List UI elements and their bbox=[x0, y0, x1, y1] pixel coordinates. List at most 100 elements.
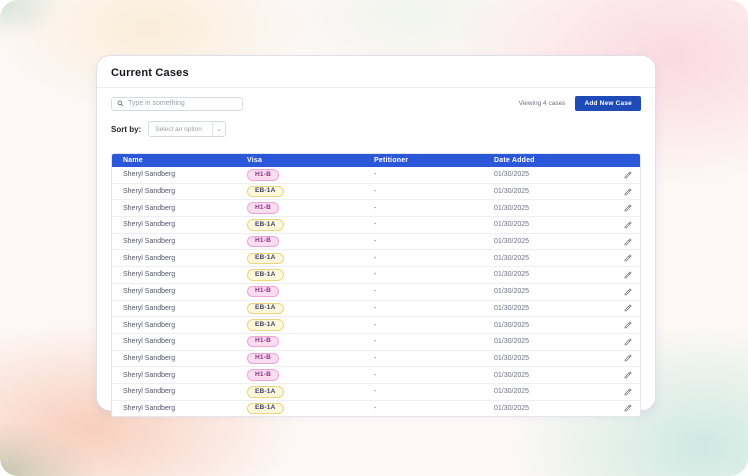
current-cases-card: Current Cases Type in something Viewing … bbox=[96, 55, 656, 418]
app-background: Current Cases Type in something Viewing … bbox=[0, 0, 748, 476]
table-row: Sheryl Sandberg H1-B - 01/30/2025 bbox=[112, 233, 640, 251]
case-name: Sheryl Sandberg bbox=[123, 304, 176, 312]
petitioner-value: - bbox=[374, 321, 377, 329]
petitioner-value: - bbox=[374, 371, 377, 379]
date-added-value: 01/30/2025 bbox=[494, 388, 530, 396]
date-added-value: 01/30/2025 bbox=[494, 271, 530, 279]
petitioner-value: - bbox=[374, 221, 377, 229]
case-name: Sheryl Sandberg bbox=[123, 188, 176, 196]
case-name: Sheryl Sandberg bbox=[123, 404, 176, 412]
table-row: Sheryl Sandberg H1-B - 01/30/2025 bbox=[112, 283, 640, 301]
petitioner-value: - bbox=[374, 204, 377, 212]
edit-pencil-icon[interactable] bbox=[624, 354, 632, 362]
controls-row: Type in something Viewing 4 cases Add Ne… bbox=[111, 96, 641, 111]
table-row: Sheryl Sandberg H1-B - 01/30/2025 bbox=[112, 333, 640, 351]
sort-by-label: Sort by: bbox=[111, 124, 142, 134]
case-name: Sheryl Sandberg bbox=[123, 204, 176, 212]
edit-pencil-icon[interactable] bbox=[624, 288, 632, 296]
table-row: Sheryl Sandberg H1-B - 01/30/2025 bbox=[112, 367, 640, 384]
date-added-value: 01/30/2025 bbox=[494, 404, 530, 412]
date-added-value: 01/30/2025 bbox=[494, 171, 530, 179]
visa-badge: EB-1A bbox=[247, 386, 284, 398]
case-name: Sheryl Sandberg bbox=[123, 338, 176, 346]
table-row: Sheryl Sandberg EB-1A - 01/30/2025 bbox=[112, 317, 640, 334]
date-added-value: 01/30/2025 bbox=[494, 304, 530, 312]
table-row: Sheryl Sandberg EB-1A - 01/30/2025 bbox=[112, 267, 640, 284]
table-header: Name Visa Petitioner Date Added bbox=[112, 154, 640, 167]
petitioner-value: - bbox=[374, 388, 377, 396]
visa-badge: EB-1A bbox=[247, 185, 284, 198]
table-row: Sheryl Sandberg EB-1A - 01/30/2025 bbox=[112, 300, 640, 318]
petitioner-value: - bbox=[374, 288, 377, 296]
sort-select-value: Select an option bbox=[155, 125, 202, 133]
date-added-value: 01/30/2025 bbox=[494, 188, 530, 196]
visa-badge: H1-B bbox=[247, 335, 279, 348]
edit-pencil-icon[interactable] bbox=[624, 371, 632, 379]
column-header-visa: Visa bbox=[247, 157, 263, 164]
table-row: Sheryl Sandberg EB-1A - 01/30/2025 bbox=[112, 217, 640, 234]
visa-badge: H1-B bbox=[247, 352, 279, 365]
date-added-value: 01/30/2025 bbox=[494, 321, 530, 329]
case-name: Sheryl Sandberg bbox=[123, 288, 176, 296]
petitioner-value: - bbox=[374, 254, 377, 262]
date-added-value: 01/30/2025 bbox=[494, 288, 530, 296]
date-added-value: 01/30/2025 bbox=[494, 254, 530, 262]
table-row: Sheryl Sandberg EB-1A - 01/30/2025 bbox=[112, 250, 640, 268]
date-added-value: 01/30/2025 bbox=[494, 338, 530, 346]
search-icon bbox=[117, 100, 124, 107]
column-header-petitioner: Petitioner bbox=[374, 157, 409, 164]
edit-pencil-icon[interactable] bbox=[624, 321, 632, 329]
table-body: Sheryl Sandberg H1-B - 01/30/2025 Sheryl… bbox=[112, 167, 640, 417]
date-added-value: 01/30/2025 bbox=[494, 221, 530, 229]
visa-badge: H1-B bbox=[247, 235, 279, 248]
visa-badge: EB-1A bbox=[247, 319, 284, 331]
column-header-name: Name bbox=[123, 157, 143, 164]
edit-pencil-icon[interactable] bbox=[624, 238, 632, 246]
edit-pencil-icon[interactable] bbox=[624, 338, 632, 346]
edit-pencil-icon[interactable] bbox=[624, 388, 632, 396]
case-name: Sheryl Sandberg bbox=[123, 354, 176, 362]
edit-pencil-icon[interactable] bbox=[624, 221, 632, 229]
table-row: Sheryl Sandberg EB-1A - 01/30/2025 bbox=[112, 400, 640, 417]
visa-badge: H1-B bbox=[247, 169, 279, 181]
edit-pencil-icon[interactable] bbox=[624, 304, 632, 312]
edit-pencil-icon[interactable] bbox=[624, 271, 632, 279]
petitioner-value: - bbox=[374, 238, 377, 246]
right-controls: Viewing 4 cases Add New Case bbox=[519, 96, 641, 111]
date-added-value: 01/30/2025 bbox=[494, 204, 530, 212]
case-name: Sheryl Sandberg bbox=[123, 271, 176, 279]
visa-badge: EB-1A bbox=[247, 219, 284, 231]
chevron-down-icon: ⌄ bbox=[212, 122, 225, 136]
visa-badge: H1-B bbox=[247, 369, 279, 381]
date-added-value: 01/30/2025 bbox=[494, 238, 530, 246]
petitioner-value: - bbox=[374, 271, 377, 279]
petitioner-value: - bbox=[374, 188, 377, 196]
search-input[interactable]: Type in something bbox=[111, 96, 243, 111]
sort-select[interactable]: Select an option ⌄ bbox=[148, 121, 227, 137]
column-header-date-added: Date Added bbox=[494, 157, 535, 164]
edit-pencil-icon[interactable] bbox=[624, 254, 632, 262]
search-placeholder: Type in something bbox=[128, 100, 185, 107]
table-row: Sheryl Sandberg EB-1A - 01/30/2025 bbox=[112, 383, 640, 401]
edit-pencil-icon[interactable] bbox=[624, 188, 632, 196]
edit-pencil-icon[interactable] bbox=[624, 204, 632, 212]
petitioner-value: - bbox=[374, 354, 377, 362]
add-new-case-button[interactable]: Add New Case bbox=[575, 96, 641, 111]
petitioner-value: - bbox=[374, 338, 377, 346]
petitioner-value: - bbox=[374, 404, 377, 412]
visa-badge: EB-1A bbox=[247, 402, 284, 415]
edit-pencil-icon[interactable] bbox=[624, 171, 632, 179]
date-added-value: 01/30/2025 bbox=[494, 354, 530, 362]
page-title: Current Cases bbox=[111, 67, 189, 79]
table-row: Sheryl Sandberg EB-1A - 01/30/2025 bbox=[112, 183, 640, 201]
viewing-cases-count: Viewing 4 cases bbox=[518, 100, 566, 107]
edit-pencil-icon[interactable] bbox=[624, 404, 632, 412]
table-row: Sheryl Sandberg H1-B - 01/30/2025 bbox=[112, 200, 640, 218]
case-name: Sheryl Sandberg bbox=[123, 371, 176, 379]
case-name: Sheryl Sandberg bbox=[123, 221, 176, 229]
sort-by-row: Sort by: Select an option ⌄ bbox=[111, 121, 641, 137]
case-name: Sheryl Sandberg bbox=[123, 388, 176, 396]
date-added-value: 01/30/2025 bbox=[494, 371, 530, 379]
table-row: Sheryl Sandberg H1-B - 01/30/2025 bbox=[112, 350, 640, 368]
petitioner-value: - bbox=[374, 171, 377, 179]
